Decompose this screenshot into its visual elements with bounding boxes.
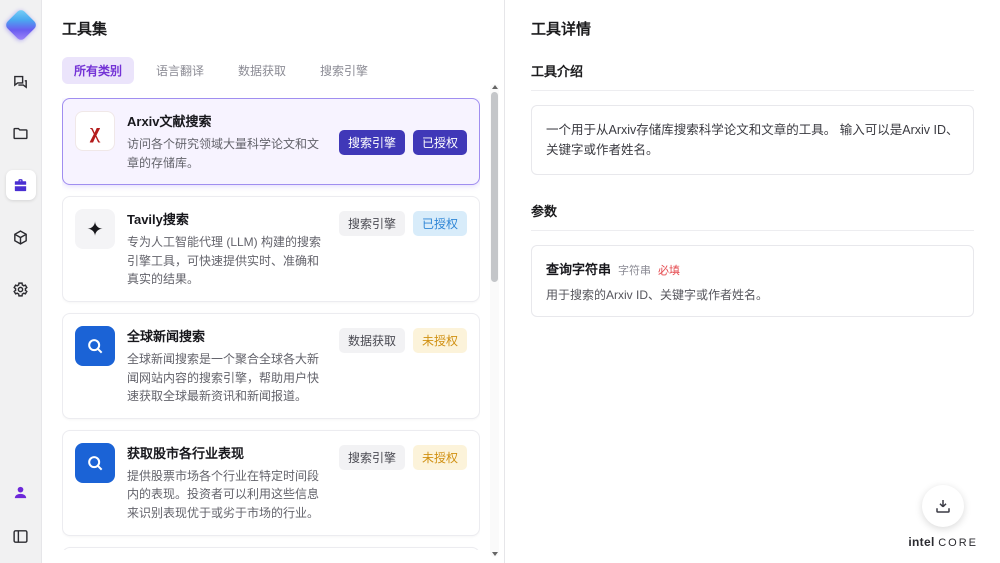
tool-title: Arxiv文献搜索 [127, 114, 212, 129]
tab-search-engine[interactable]: 搜索引擎 [308, 57, 380, 84]
bottom-right-float: intel CORE [908, 485, 978, 549]
sidebar-item-account[interactable] [6, 477, 36, 507]
sidebar-item-chat[interactable] [6, 66, 36, 96]
tool-detail-panel: 工具详情 工具介绍 一个用于从Arxiv存储库搜索科学论文和文章的工具。 输入可… [505, 0, 1000, 563]
tab-data-acquisition[interactable]: 数据获取 [226, 57, 298, 84]
category-badge: 搜索引擎 [338, 211, 405, 237]
tool-list: χ Arxiv文献搜索 访问各个研究领域大量科学论文和文章的存储库。 搜索引擎 … [62, 98, 480, 550]
gear-icon [13, 281, 28, 297]
folder-icon [13, 127, 28, 139]
intro-heading: 工具介绍 [531, 61, 974, 91]
tool-description: 全球新闻搜索是一个聚合全球各大新闻网站内容的搜索引擎，帮助用户快速获取全球最新资… [127, 351, 320, 404]
param-description: 用于搜索的Arxiv ID、关键字或作者姓名。 [546, 288, 769, 302]
intro-text: 一个用于从Arxiv存储库搜索科学论文和文章的工具。 输入可以是Arxiv ID… [531, 105, 974, 175]
detail-title: 工具详情 [531, 21, 592, 38]
status-badge: 未授权 [412, 444, 467, 470]
param-name: 查询字符串 [546, 262, 612, 277]
status-badge: 未授权 [412, 327, 467, 353]
category-badge: 搜索引擎 [338, 130, 405, 156]
scroll-down-arrow-icon[interactable] [492, 552, 498, 556]
tool-title: 全球新闻搜索 [127, 328, 206, 344]
tool-card-global-news[interactable]: 全球新闻搜索 全球新闻搜索是一个聚合全球各大新闻网站内容的搜索引擎，帮助用户快速… [62, 312, 480, 419]
tab-all-categories[interactable]: 所有类别 [62, 57, 135, 84]
tool-card-sector-performance[interactable]: 获取股市各行业表现 提供股票市场各个行业在特定时间段内的表现。投资者可以利用这些… [62, 429, 480, 536]
category-badge: 数据获取 [338, 327, 405, 353]
sparkle-icon: ✦ [75, 209, 115, 250]
stock-search-icon [75, 442, 115, 483]
status-badge: 已授权 [412, 130, 467, 156]
page-title: 工具集 [62, 21, 108, 38]
toolbox-icon [14, 178, 27, 191]
tool-list-panel: 工具集 所有类别 语言翻译 数据获取 搜索引擎 χ Arxiv文献搜索 访问各个… [42, 0, 505, 563]
user-icon [14, 486, 27, 498]
panel-toggle-icon [13, 529, 28, 543]
download-icon [936, 500, 950, 513]
sidebar-item-collapse[interactable] [6, 521, 36, 551]
chat-icon [14, 75, 27, 89]
sidebar-rail [0, 0, 42, 563]
sidebar-item-models[interactable] [6, 222, 36, 252]
sidebar-item-settings[interactable] [6, 274, 36, 304]
sidebar-item-files[interactable] [6, 118, 36, 148]
tool-title: Tavily搜索 [127, 212, 189, 228]
arxiv-logo-icon: χ [75, 111, 115, 151]
logo-gem-icon [3, 8, 38, 42]
tool-description: 提供股票市场各个行业在特定时间段内的表现。投资者可以利用这些信息来识别表现优于或… [127, 468, 320, 520]
param-card-query-string: 查询字符串 字符串 必填 用于搜索的Arxiv ID、关键字或作者姓名。 [531, 245, 974, 317]
tool-card-tavily[interactable]: ✦ Tavily搜索 专为人工智能代理 (LLM) 构建的搜索引擎工具，可快速提… [62, 196, 480, 302]
sidebar-item-tools[interactable] [5, 170, 36, 200]
tool-title: 获取股市各行业表现 [127, 445, 245, 461]
list-scrollbar[interactable] [490, 84, 499, 557]
tab-language-translation[interactable]: 语言翻译 [144, 57, 216, 84]
params-heading: 参数 [531, 201, 974, 231]
status-badge: 已授权 [412, 211, 467, 237]
category-badge: 搜索引擎 [338, 444, 405, 470]
tool-description: 专为人工智能代理 (LLM) 构建的搜索引擎工具，可快速提供实时、准确和真实的结… [127, 235, 322, 287]
app-logo [3, 8, 38, 42]
category-tabs: 所有类别 语言翻译 数据获取 搜索引擎 [62, 57, 480, 84]
tool-description: 访问各个研究领域大量科学论文和文章的存储库。 [127, 137, 320, 170]
news-search-icon [75, 325, 115, 366]
intel-core-logo: intel CORE [908, 535, 978, 549]
param-type: 字符串 [618, 265, 652, 277]
app-window: 工具集 所有类别 语言翻译 数据获取 搜索引擎 χ Arxiv文献搜索 访问各个… [0, 0, 1000, 563]
param-required-label: 必填 [658, 265, 681, 277]
tool-card-most-active-stocks[interactable]: 获取市场最活跃股票信息 提供当天交易量最高的股票列表，投资者可以利用这些信息来识… [62, 546, 480, 550]
tool-card-arxiv[interactable]: χ Arxiv文献搜索 访问各个研究领域大量科学论文和文章的存储库。 搜索引擎 … [62, 98, 480, 186]
download-button[interactable] [922, 485, 965, 527]
scrollbar-thumb[interactable] [491, 92, 498, 282]
scroll-up-arrow-icon[interactable] [492, 85, 498, 89]
cube-icon [14, 229, 27, 245]
